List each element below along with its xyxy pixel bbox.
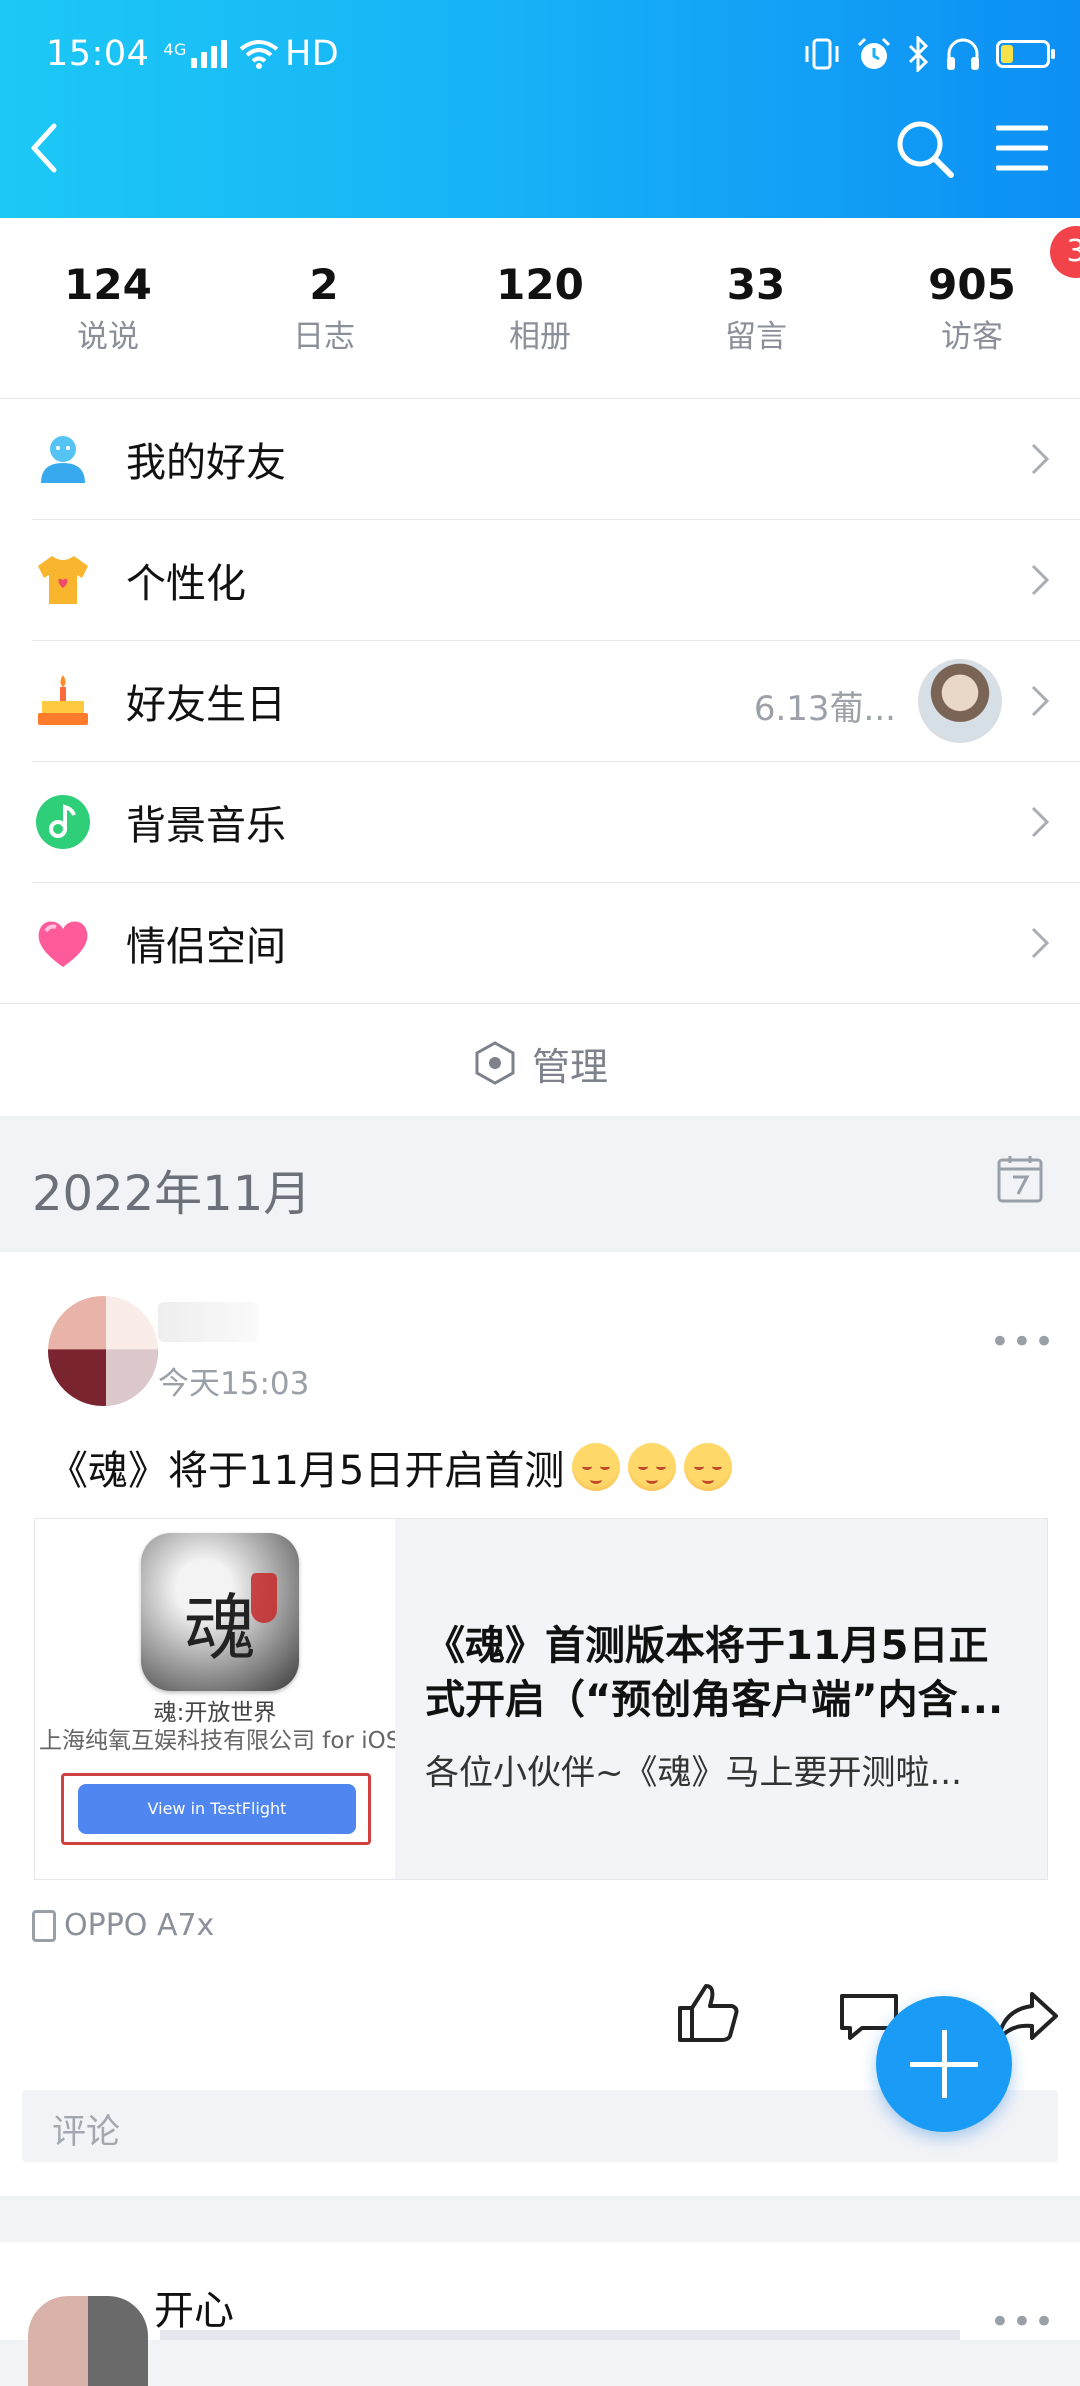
sleepy-emoji-icon: [572, 1443, 621, 1491]
stat-label: 说说: [77, 319, 139, 355]
phone-icon: [32, 1909, 56, 1942]
like-button[interactable]: [676, 1982, 742, 2044]
post-text-content: 《魂》将于11月5日开启首测: [48, 1448, 565, 1494]
birthday-friend-name: 6.13葡...: [753, 689, 896, 729]
chevron-right-icon: [1031, 927, 1050, 959]
chevron-right-icon: [1031, 806, 1050, 838]
card-title-line: 式开启（“预创角客户端”内含...: [425, 1677, 1004, 1723]
stat-value: 33: [726, 260, 786, 309]
shared-link-card[interactable]: 魂 魂:开放世界 上海纯氧互娱科技有限公司 for iOS View in Te…: [34, 1518, 1048, 1880]
bluetooth-icon: [908, 36, 929, 72]
add-post-button[interactable]: [876, 1996, 1012, 2132]
author-avatar[interactable]: [48, 1296, 158, 1406]
music-icon: [36, 795, 90, 849]
stat-value: 120: [496, 260, 584, 309]
author-name-2: 开心: [154, 2288, 234, 2334]
calendar-icon[interactable]: [996, 1154, 1044, 1204]
post-time: 今天15:03: [158, 1366, 310, 1402]
stat-label: 留言: [725, 319, 787, 355]
cellular-signal-icon: 4G: [163, 40, 231, 68]
card-thumbnail: 魂 魂:开放世界 上海纯氧互娱科技有限公司 for iOS View in Te…: [35, 1519, 395, 1879]
tshirt-icon: [38, 556, 88, 604]
headphones-icon: [947, 38, 979, 70]
birthday-cake-icon: [38, 675, 88, 725]
app-name: 魂:开放世界: [153, 1700, 277, 1726]
testflight-button: View in TestFlight: [78, 1784, 356, 1834]
app-icon: 魂: [141, 1533, 299, 1691]
month-header: 2022年11月: [0, 1116, 1080, 1252]
stat-label: 相册: [509, 319, 571, 355]
stat-album[interactable]: 120 相册: [432, 218, 648, 398]
status-bar-right: [802, 30, 1055, 78]
menu-item-friends[interactable]: 我的好友: [0, 398, 1080, 519]
comment-placeholder: 评论: [52, 2112, 120, 2152]
stat-visitors[interactable]: 905 访客 3: [864, 218, 1080, 398]
menu-label: 个性化: [126, 561, 246, 607]
stat-value: 905: [928, 260, 1016, 309]
menu-item-music[interactable]: 背景音乐: [32, 761, 1080, 882]
manage-button[interactable]: 管理: [0, 1003, 1080, 1122]
status-time: 15:04: [46, 34, 150, 74]
chevron-right-icon: [1031, 685, 1050, 717]
wifi-icon: [239, 40, 279, 69]
device-name: OPPO A7x: [64, 1908, 215, 1943]
stat-label: 访客: [941, 319, 1003, 355]
menu-label: 好友生日: [126, 682, 286, 728]
menu-item-couple[interactable]: 情侣空间: [32, 882, 1080, 1003]
stat-messages[interactable]: 33 留言: [648, 218, 864, 398]
menu-label: 情侣空间: [126, 924, 286, 970]
sleepy-emoji-icon: [684, 1443, 733, 1491]
more-options-button[interactable]: •••: [990, 1322, 1056, 1362]
post-device: OPPO A7x: [32, 1908, 214, 1943]
chevron-right-icon: [1031, 564, 1050, 596]
app-header: 15:04 4G HD: [0, 0, 1080, 218]
manage-label: 管理: [531, 1044, 608, 1089]
hexagon-settings-icon: [475, 1041, 515, 1085]
birthday-friend-avatar: [918, 659, 1002, 743]
more-options-button-2[interactable]: •••: [990, 2302, 1056, 2342]
feed-post-2: 开心 •••: [0, 2242, 1080, 2386]
menu-label: 背景音乐: [126, 803, 286, 849]
menu-label: 我的好友: [126, 440, 286, 486]
menu-item-birthday[interactable]: 好友生日 6.13葡...: [32, 640, 1080, 761]
vibrate-icon: [805, 38, 839, 70]
stat-label: 日志: [293, 319, 355, 355]
battery-icon: [996, 40, 1055, 68]
card-title-line: 《魂》首测版本将于11月5日正: [425, 1623, 989, 1669]
search-button[interactable]: [894, 118, 956, 180]
stat-value: 2: [309, 260, 339, 309]
heart-icon: [38, 921, 88, 967]
stats-row: 124 说说 2 日志 120 相册 33 留言 905 访客 3: [0, 218, 1080, 398]
post-text: 《魂》将于11月5日开启首测: [48, 1438, 733, 1496]
month-title: 2022年11月: [32, 1166, 312, 1222]
friends-icon: [41, 436, 85, 483]
feature-menu: 我的好友 个性化 好友生日 6.13葡... 背景音乐 情侣空间 管理: [0, 398, 1080, 1122]
menu-item-personalize[interactable]: 个性化: [32, 519, 1080, 640]
hd-indicator: HD: [284, 34, 340, 74]
card-title: 《魂》首测版本将于11月5日正 式开启（“预创角客户端”内含...: [425, 1619, 1025, 1727]
stat-value: 124: [64, 260, 152, 309]
status-bar-left: 15:04 4G HD: [46, 32, 339, 76]
alarm-icon: [857, 37, 891, 69]
stat-shuoshuo[interactable]: 124 说说: [0, 218, 216, 398]
author-avatar-2[interactable]: [28, 2296, 148, 2386]
testflight-highlight: View in TestFlight: [61, 1773, 371, 1845]
chevron-right-icon: [1031, 443, 1050, 475]
back-button[interactable]: [22, 118, 66, 178]
author-name-blurred: [158, 1302, 258, 1342]
card-description: 各位小伙伴~《魂》马上要开测啦...: [425, 1753, 962, 1793]
app-developer: 上海纯氧互娱科技有限公司 for iOS: [39, 1728, 395, 1754]
sleepy-emoji-icon: [628, 1443, 677, 1491]
menu-button[interactable]: [996, 124, 1048, 172]
image-strip: [160, 2330, 960, 2340]
stat-journal[interactable]: 2 日志: [216, 218, 432, 398]
